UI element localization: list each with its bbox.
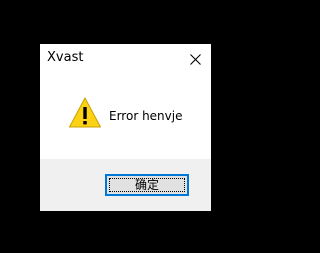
warning-icon xyxy=(69,97,101,128)
close-button[interactable] xyxy=(179,44,211,74)
close-icon xyxy=(189,53,201,65)
ok-button-label: 确定 xyxy=(134,178,159,192)
dialog-content: Error henvje xyxy=(40,74,211,159)
button-bar: 确定 xyxy=(40,159,211,211)
ok-button[interactable]: 确定 xyxy=(105,174,189,196)
dialog-message: Error henvje xyxy=(109,109,183,123)
message-dialog: Xvast Error henvje 确定 xyxy=(40,44,211,211)
dialog-title: Xvast xyxy=(47,50,84,65)
title-bar[interactable]: Xvast xyxy=(40,44,211,74)
